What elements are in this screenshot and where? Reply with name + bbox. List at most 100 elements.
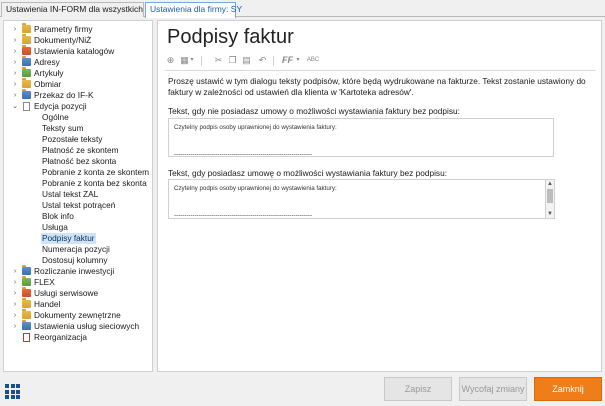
tree-item-articles[interactable]: › Artykuły: [4, 67, 152, 79]
folder-icon: [22, 78, 31, 88]
signature-text-no-agreement[interactable]: Czytelny podpis osoby uprawnionej do wys…: [168, 118, 554, 157]
tree-item-label: Ustal tekst potrąceń: [42, 200, 116, 210]
scroll-thumb[interactable]: [547, 189, 553, 203]
settings-tabs: Ustawienia IN-FORM dla wszystkich firm U…: [0, 0, 605, 18]
tree-item-label: Płatność bez skonta: [42, 156, 117, 166]
tree-item-label: Ustawienia katalogów: [34, 46, 115, 56]
field2-label: Tekst, gdy posiadasz umowę o możliwości …: [168, 168, 447, 178]
tree-item-company-params[interactable]: › Parametry firmy: [4, 23, 152, 35]
document-icon: [23, 333, 30, 342]
editor-toolbar: ⊕ ▦ ▾ ✂ ❐ ▤ ↶ FF ▾ ABC: [165, 54, 365, 68]
signature-text-with-agreement[interactable]: Czytelny podpis osoby uprawnionej do wys…: [168, 179, 546, 219]
chevron-right-icon[interactable]: ›: [11, 90, 19, 101]
scroll-up-icon[interactable]: ▲: [546, 180, 554, 188]
app-grid-icon[interactable]: [5, 384, 20, 399]
chevron-right-icon[interactable]: ›: [11, 35, 19, 46]
tree-item-item-editing[interactable]: ⌄ Edycja pozycji: [4, 101, 152, 112]
tree-item-label: Przekaz do IF-K: [34, 90, 94, 100]
toolbar-divider: [165, 70, 596, 71]
toolbar-separator: [273, 56, 274, 66]
chevron-right-icon[interactable]: ›: [11, 277, 19, 288]
tree-item-flex[interactable]: › FLEX: [4, 276, 152, 288]
tree-item-label: Numeracja pozycji: [42, 244, 110, 254]
tree-item-label: Edycja pozycji: [34, 101, 87, 111]
save-button[interactable]: Zapisz: [384, 377, 452, 401]
tree-item-label: Parametry firmy: [34, 24, 93, 34]
chevron-right-icon[interactable]: ›: [11, 288, 19, 299]
tree-item-label: Handel: [34, 299, 61, 309]
page-title: Podpisy faktur: [167, 26, 294, 48]
tab-company-settings[interactable]: Ustawienia dla firmy: SY: [145, 2, 242, 18]
tab-global-settings[interactable]: Ustawienia IN-FORM dla wszystkich firm: [1, 2, 160, 17]
folder-icon: [22, 45, 31, 55]
tree-item-label: Płatność ze skontem: [42, 145, 119, 155]
main-panel: Podpisy faktur ⊕ ▦ ▾ ✂ ❐ ▤ ↶ FF ▾ ABC Pr…: [157, 20, 602, 372]
tree-item-measurement[interactable]: › Obmiar: [4, 78, 152, 90]
chevron-right-icon[interactable]: ›: [11, 266, 19, 277]
folder-icon: [22, 89, 31, 99]
tree-item-label: Dostosuj kolumny: [42, 255, 108, 265]
chevron-down-icon[interactable]: ▾: [295, 55, 301, 66]
chevron-right-icon[interactable]: ›: [11, 57, 19, 68]
chevron-right-icon[interactable]: ›: [11, 79, 19, 90]
insert-icon[interactable]: ⊕: [165, 55, 176, 66]
chevron-right-icon[interactable]: ›: [11, 68, 19, 79]
folder-icon: [22, 23, 31, 33]
tree-item-label: Blok info: [42, 211, 74, 221]
field2-scrollbar[interactable]: ▲ ▼: [546, 179, 555, 219]
chevron-down-icon[interactable]: ⌄: [11, 101, 19, 112]
tree-item-investment-settlement[interactable]: › Rozliczanie inwestycji: [4, 265, 152, 277]
folder-icon: [22, 320, 31, 330]
revert-button[interactable]: Wycofaj zmiany: [459, 377, 527, 401]
tree-item-label: Pobranie z konta bez skonta: [42, 178, 147, 188]
field1-label: Tekst, gdy nie posiadasz umowy o możliwo…: [168, 106, 460, 116]
folder-icon: [22, 309, 31, 319]
scroll-down-icon[interactable]: ▼: [546, 210, 554, 218]
spellcheck-icon[interactable]: ABC: [305, 55, 321, 66]
document-icon: [23, 102, 30, 111]
bottom-bar: Zapisz Wycofaj zmiany Zamknij: [0, 372, 605, 406]
tree-item-label: Usługa: [42, 222, 68, 232]
tree-item-label: Podpisy faktur: [41, 233, 96, 244]
tree-item-label: Usługi serwisowe: [34, 288, 99, 298]
cut-icon[interactable]: ✂: [213, 55, 224, 66]
paste-icon[interactable]: ▤: [241, 55, 252, 66]
tree-item-documents[interactable]: › Dokumenty/NiŻ: [4, 34, 152, 46]
tree-item-ifk-transfer[interactable]: › Przekaz do IF-K: [4, 89, 152, 101]
tree-item-reorganization[interactable]: Reorganizacja: [4, 332, 152, 343]
tree-item-label: Dokumenty zewnętrzne: [34, 310, 121, 320]
tree-item-service-services[interactable]: › Usługi serwisowe: [4, 287, 152, 299]
tree-item-catalog-settings[interactable]: › Ustawienia katalogów: [4, 45, 152, 57]
tree-item-label: Ogólne: [42, 112, 69, 122]
tree-item-label: Adresy: [34, 57, 60, 67]
tree-item-label: Rozliczanie inwestycji: [34, 266, 115, 276]
tree-item-label: Ustal tekst ZAL: [42, 189, 99, 199]
folder-icon: [22, 265, 31, 275]
intro-text: Proszę ustawić w tym dialogu teksty podp…: [168, 76, 586, 97]
folder-icon: [22, 298, 31, 308]
tree-item-label: Obmiar: [34, 79, 62, 89]
tree-item-trade[interactable]: › Handel: [4, 298, 152, 310]
tree-item-network-services[interactable]: › Ustawienia usług sieciowych: [4, 320, 152, 332]
font-icon[interactable]: FF: [281, 55, 294, 66]
folder-icon: [22, 67, 31, 77]
tree-item-label: Pobranie z konta ze skontem: [42, 167, 149, 177]
tree-item-external-documents[interactable]: › Dokumenty zewnętrzne: [4, 309, 152, 321]
tree-item-label: Artykuły: [34, 68, 64, 78]
undo-icon[interactable]: ↶: [257, 55, 268, 66]
copy-icon[interactable]: ❐: [227, 55, 238, 66]
chevron-right-icon[interactable]: ›: [11, 24, 19, 35]
toolbar-separator: [201, 56, 202, 66]
folder-icon: [22, 287, 31, 297]
folder-icon: [22, 34, 31, 44]
chevron-right-icon[interactable]: ›: [11, 321, 19, 332]
settings-tree: › Parametry firmy › Dokumenty/NiŻ › Usta…: [3, 20, 153, 372]
chevron-down-icon[interactable]: ▾: [189, 55, 195, 66]
tree-item-label: Teksty sum: [42, 123, 84, 133]
tree-item-label: Reorganizacja: [34, 332, 88, 342]
close-button[interactable]: Zamknij: [534, 377, 602, 401]
tree-item-addresses[interactable]: › Adresy: [4, 56, 152, 68]
chevron-right-icon[interactable]: ›: [11, 299, 19, 310]
chevron-right-icon[interactable]: ›: [11, 46, 19, 57]
chevron-right-icon[interactable]: ›: [11, 310, 19, 321]
